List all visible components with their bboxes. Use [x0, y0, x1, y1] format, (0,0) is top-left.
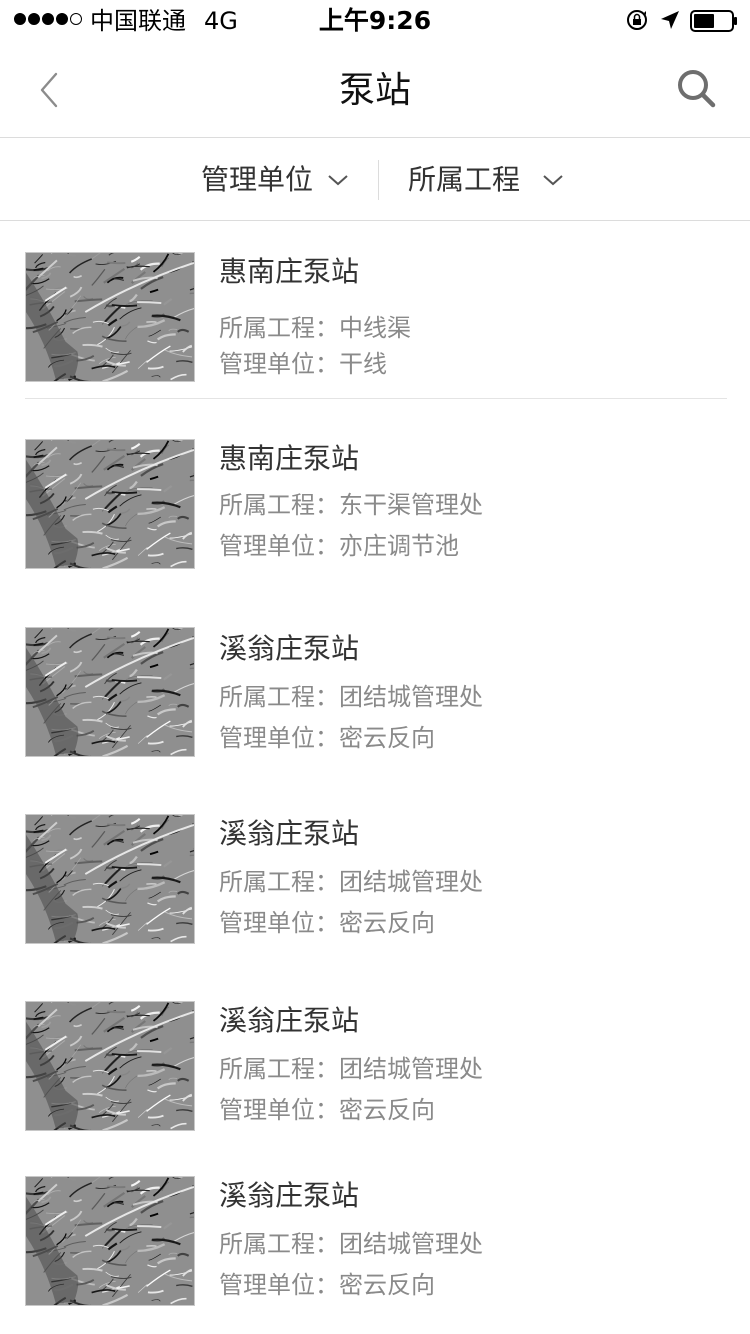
rotation-lock-icon	[627, 10, 647, 30]
station-item[interactable]: 溪翁庄泵站 所属工程：团结城管理处 管理单位：密云反向	[0, 1176, 750, 1326]
status-bar: 中国联通 4G 上午9:26	[0, 0, 750, 40]
station-unit: 管理单位：密云反向	[219, 1271, 435, 1299]
management-unit-filter[interactable]: 管理单位	[201, 160, 349, 200]
station-project: 所属工程：团结城管理处	[219, 683, 483, 711]
filter-divider	[378, 160, 379, 200]
chevron-down-icon	[543, 175, 563, 186]
station-name: 惠南庄泵站	[219, 255, 360, 288]
station-unit: 管理单位：密云反向	[219, 909, 435, 937]
filter-bar: 管理单位 所属工程	[0, 138, 750, 221]
location-arrow-icon	[661, 11, 679, 29]
station-project: 所属工程：团结城管理处	[219, 1230, 483, 1258]
station-thumbnail	[25, 627, 195, 757]
search-icon[interactable]	[676, 68, 716, 108]
station-unit: 管理单位：亦庄调节池	[219, 532, 459, 560]
station-thumbnail	[25, 814, 195, 944]
station-unit: 管理单位：密云反向	[219, 724, 435, 752]
station-thumbnail	[25, 1176, 195, 1306]
station-item[interactable]: 惠南庄泵站 所属工程：中线渠 管理单位：干线	[0, 252, 750, 402]
station-project: 所属工程：团结城管理处	[219, 1055, 483, 1083]
station-item[interactable]: 溪翁庄泵站 所属工程：团结城管理处 管理单位：密云反向	[0, 814, 750, 964]
station-unit: 管理单位：密云反向	[219, 1096, 435, 1124]
station-name: 溪翁庄泵站	[219, 1179, 360, 1212]
page: 中国联通 4G 上午9:26 泵站 管理单位 所属工程 惠南庄泵站 所属工程：中…	[0, 0, 750, 1334]
project-filter[interactable]: 所属工程	[408, 160, 564, 200]
station-name: 溪翁庄泵站	[219, 1004, 360, 1037]
station-item[interactable]: 溪翁庄泵站 所属工程：团结城管理处 管理单位：密云反向	[0, 1001, 750, 1151]
station-unit: 管理单位：干线	[219, 350, 387, 378]
station-project: 所属工程：团结城管理处	[219, 868, 483, 896]
station-item[interactable]: 溪翁庄泵站 所属工程：团结城管理处 管理单位：密云反向	[0, 627, 750, 777]
station-name: 溪翁庄泵站	[219, 817, 360, 850]
station-project: 所属工程：中线渠	[219, 314, 411, 342]
nav-bar: 泵站	[0, 40, 750, 138]
station-name: 惠南庄泵站	[219, 442, 360, 475]
chevron-down-icon	[328, 175, 348, 186]
station-project: 所属工程：东干渠管理处	[219, 491, 483, 519]
page-title: 泵站	[338, 70, 411, 111]
station-name: 溪翁庄泵站	[219, 632, 360, 665]
station-thumbnail	[25, 1001, 195, 1131]
station-thumbnail	[25, 252, 195, 382]
management-unit-filter-label: 管理单位	[201, 163, 314, 196]
list-divider	[25, 398, 727, 399]
station-item[interactable]: 惠南庄泵站 所属工程：东干渠管理处 管理单位：亦庄调节池	[0, 439, 750, 589]
project-filter-label: 所属工程	[408, 163, 521, 196]
battery-icon	[690, 10, 737, 32]
station-thumbnail	[25, 439, 195, 569]
